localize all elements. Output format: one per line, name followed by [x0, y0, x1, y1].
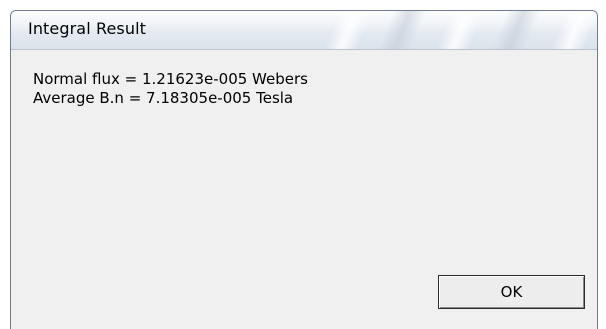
- average-bn-text: Average B.n = 7.18305e-005 Tesla: [33, 89, 294, 107]
- ok-button[interactable]: OK: [438, 275, 585, 309]
- window-title: Integral Result: [28, 19, 146, 38]
- title-bar-glare: [426, 11, 490, 49]
- title-bar[interactable]: Integral Result: [11, 11, 597, 50]
- title-bar-glare: [541, 11, 597, 49]
- screen: Integral Result Normal flux = 1.21623e-0…: [0, 0, 606, 329]
- ok-button-label: OK: [500, 283, 523, 301]
- dialog-content: Normal flux = 1.21623e-005 Webers Averag…: [11, 50, 597, 329]
- title-bar-glare: [368, 11, 432, 49]
- result-message: Normal flux = 1.21623e-005 Webers Averag…: [33, 70, 308, 108]
- title-bar-glare: [482, 11, 546, 49]
- title-bar-glare: [314, 11, 378, 49]
- normal-flux-text: Normal flux = 1.21623e-005 Webers: [33, 70, 308, 88]
- integral-result-dialog: Integral Result Normal flux = 1.21623e-0…: [10, 10, 598, 329]
